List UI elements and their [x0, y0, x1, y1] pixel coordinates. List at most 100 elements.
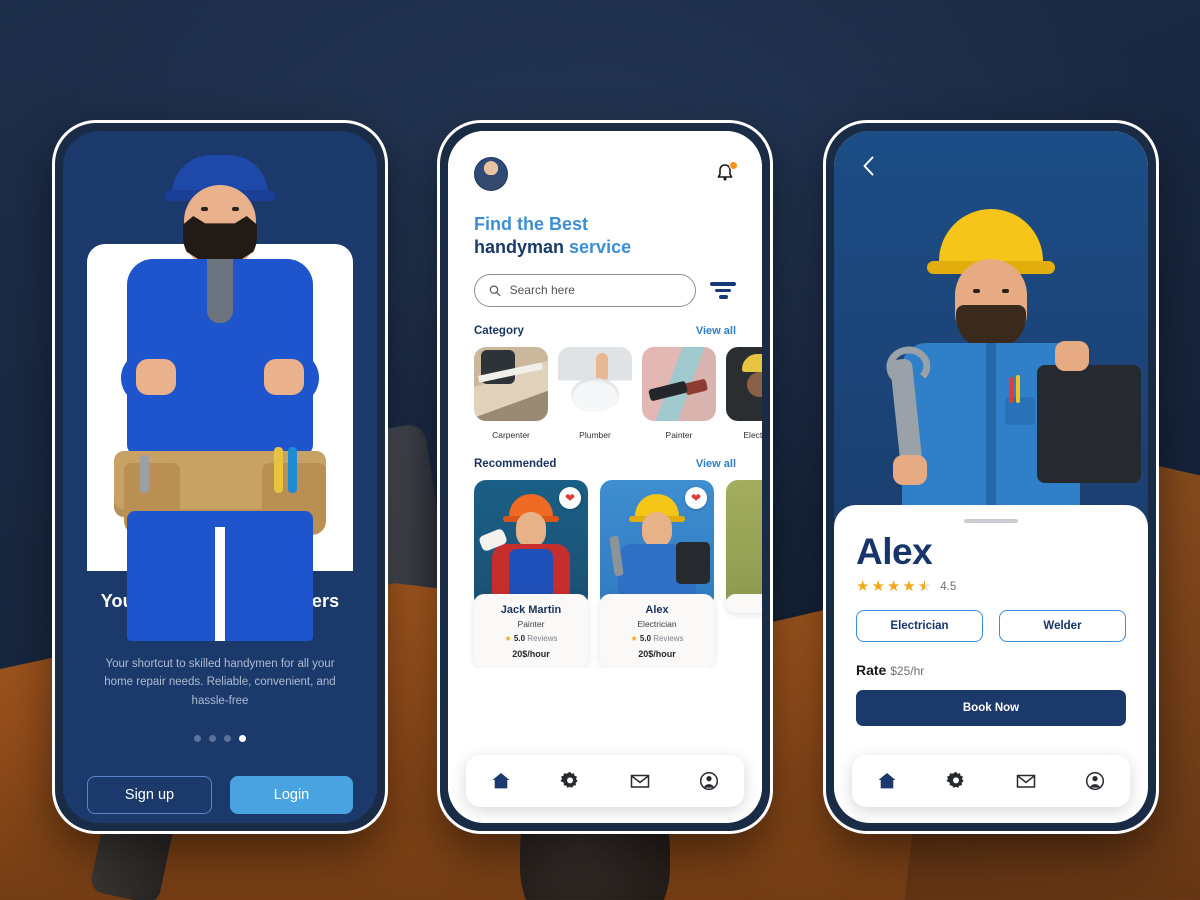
nav-account-icon[interactable] [1082, 768, 1108, 794]
plumber-photo [558, 346, 632, 421]
star-icon-3: ★ [886, 578, 901, 596]
signup-button[interactable]: Sign up [87, 775, 212, 814]
profile-rating-row: ★ ★ ★ ★ ★ 4.5 [856, 579, 1126, 594]
sheet-grabber[interactable] [964, 519, 1018, 523]
eye-right [232, 207, 239, 211]
screen-onboarding: Your Trusted Fix-It Partners at Your Fin… [63, 131, 377, 823]
category-item-plumber[interactable]: Plumber [558, 346, 632, 440]
dot-3[interactable] [224, 734, 231, 742]
avatar[interactable] [474, 157, 508, 191]
category-item-electrician[interactable]: Electrician [726, 346, 762, 440]
nav-account-icon[interactable] [696, 768, 722, 794]
carpenter-photo [474, 346, 548, 421]
tool-pen-red [1009, 377, 1013, 403]
rate-row: Rate $25/hr [856, 662, 1126, 678]
nav-gear-icon[interactable] [557, 768, 583, 794]
worker-role: Painter [517, 618, 545, 629]
dot-2[interactable] [209, 734, 216, 742]
recommended-title: Recommended [474, 457, 557, 470]
category-item-carpenter[interactable]: Carpenter [474, 346, 548, 440]
tag-welder[interactable]: Welder [999, 610, 1126, 643]
electrician-photo [726, 346, 762, 421]
category-list[interactable]: Carpenter Plumber Painter Electrician [448, 337, 762, 440]
reviews-label: Reviews [527, 633, 558, 643]
dot-1[interactable] [194, 734, 201, 742]
onboarding-content: Your Trusted Fix-It Partners at Your Fin… [63, 131, 377, 823]
search-row [448, 260, 762, 307]
book-now-button[interactable]: Book Now [856, 690, 1126, 727]
star-icon-4: ★ [902, 578, 916, 596]
category-view-all[interactable]: View all [696, 325, 736, 337]
recommended-card-alex[interactable]: ❤ Alex Electrician ★ 5.0 Reviews 20$/hou… [600, 479, 714, 668]
nav-gear-icon[interactable] [943, 768, 969, 794]
category-label: Plumber [579, 429, 611, 440]
worker-info: Alex Electrician ★ 5.0 Reviews 20$/hour [600, 593, 714, 668]
bottom-navigation [852, 755, 1130, 807]
heart-glyph: ❤ [690, 490, 702, 505]
hand-left [893, 455, 927, 485]
bell-icon[interactable] [714, 161, 738, 186]
filter-icon[interactable] [710, 282, 736, 299]
category-item-painter[interactable]: Painter [642, 346, 716, 440]
eye-left [973, 289, 980, 293]
head-shape [516, 511, 546, 548]
heading-handyman: handyman [474, 237, 570, 258]
toolcase-icon [676, 541, 710, 584]
phone-mockup-onboarding: Your Trusted Fix-It Partners at Your Fin… [52, 120, 388, 834]
eye-right [1002, 289, 1009, 293]
nav-home-icon[interactable] [488, 768, 514, 794]
category-title: Category [474, 324, 524, 337]
search-input[interactable] [509, 283, 681, 298]
worker-info: Jack Martin Painter ★ 5.0 Reviews 20$/ho… [474, 593, 588, 668]
rating-value: 5.0 [513, 633, 526, 643]
category-section-header: Category View all [448, 307, 762, 337]
worker-name: Jack Martin [500, 603, 562, 616]
worker-rating: ★ 5.0 Reviews [480, 634, 582, 643]
tool-screwdriver [274, 447, 283, 493]
category-label: Painter [665, 429, 693, 440]
worker-photo: ❤ [600, 479, 714, 608]
recommended-card-partial[interactable] [726, 479, 762, 668]
worker-info [726, 593, 762, 613]
heading-line-2: handyman service [474, 236, 736, 259]
heart-glyph: ❤ [564, 490, 576, 505]
login-button[interactable]: Login [230, 775, 353, 814]
search-box[interactable] [474, 273, 696, 307]
onboarding-subtitle: Your shortcut to skilled handymen for al… [104, 657, 336, 707]
legs-shape [127, 511, 313, 641]
nav-mail-icon[interactable] [1013, 768, 1039, 794]
onboarding-actions: Sign up Login [63, 775, 377, 814]
worker-rating: ★ 5.0 Reviews [606, 634, 708, 643]
heart-icon[interactable]: ❤ [559, 486, 581, 509]
category-label: Carpenter [492, 429, 530, 440]
phone-mockup-home: Find the Best handyman service Category [437, 120, 773, 834]
recommended-view-all[interactable]: View all [696, 458, 736, 470]
pagination-dots[interactable] [93, 734, 347, 742]
dot-4[interactable] [239, 734, 246, 742]
heading-service: service [569, 237, 632, 258]
hand-right [264, 359, 304, 395]
back-button[interactable] [856, 153, 882, 179]
worker-photo [726, 479, 762, 608]
worker-price: 20$/hour [512, 648, 550, 659]
profile-sheet: Alex ★ ★ ★ ★ ★ 4.5 Electrician Wel [834, 505, 1148, 823]
star-icon-2: ★ [871, 578, 885, 596]
toolcase-icon [1037, 365, 1141, 483]
nav-home-icon[interactable] [874, 768, 900, 794]
recommended-card-jack-martin[interactable]: ❤ Jack Martin Painter ★ 5.0 Reviews 20$/… [474, 479, 588, 668]
star-icon-1: ★ [856, 578, 870, 596]
nav-mail-icon[interactable] [627, 768, 653, 794]
star-icon: ★ [630, 633, 638, 643]
recommended-list[interactable]: ❤ Jack Martin Painter ★ 5.0 Reviews 20$/… [448, 470, 762, 668]
tag-electrician[interactable]: Electrician [856, 610, 983, 643]
search-icon [489, 285, 501, 296]
star-icon: ★ [504, 633, 512, 643]
eye-left [201, 207, 208, 211]
hand-left [136, 359, 176, 395]
heart-icon[interactable]: ❤ [685, 486, 707, 509]
star-icon-half: ★ [918, 579, 931, 594]
category-label: Electrician [743, 429, 762, 440]
rate-label: Rate [856, 662, 887, 679]
profile-content: Alex ★ ★ ★ ★ ★ 4.5 Electrician Wel [834, 131, 1148, 823]
tool-pen-yellow [1016, 375, 1020, 403]
